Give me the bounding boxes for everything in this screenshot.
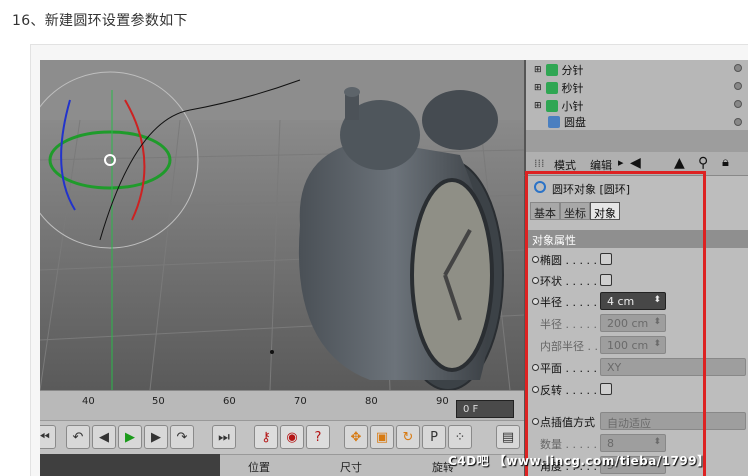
transport-bar: ⏮ ↶ ◀ ▶ ▶ ↷ ⏭ ⚷ ◉ ? ✥ ▣ ↻ P ⁘ ▤ (40, 420, 524, 454)
menu-arrow-icon[interactable]: ▸ (618, 156, 624, 169)
visibility-dot-icon[interactable] (734, 100, 742, 108)
help-key-icon[interactable]: ? (306, 425, 330, 449)
null-object-icon (545, 82, 558, 94)
rotate-icon[interactable]: ↻ (396, 425, 420, 449)
object-label: 分针 (561, 64, 584, 77)
page-heading: 16、新建圆环设置参数如下 (12, 13, 188, 29)
search-icon[interactable]: ⚲ (698, 155, 708, 171)
object-manager: ⊞ 分针 ⊞ 秒针 ⊞ 小针 圆盘 (524, 60, 748, 130)
param-icon[interactable]: P (422, 425, 446, 449)
timeline-tick: 40 (82, 396, 95, 407)
points-icon[interactable]: ⁘ (448, 425, 472, 449)
up-arrow-icon[interactable]: ▲ (674, 155, 685, 171)
loop-forward-icon[interactable]: ↷ (170, 425, 194, 449)
null-object-icon (545, 100, 558, 112)
highlight-box (525, 171, 706, 476)
c4d-window: 40 50 60 70 80 90 0 F ⏮ ↶ ◀ ▶ ▶ ↷ ⏭ ⚷ ◉ … (40, 60, 748, 476)
loop-back-icon[interactable]: ↶ (66, 425, 90, 449)
visibility-dot-icon[interactable] (734, 64, 742, 72)
step-back-icon[interactable]: ◀ (92, 425, 116, 449)
step-forward-icon[interactable]: ▶ (144, 425, 168, 449)
grip-icon: ⁞⁞⁞ (534, 157, 545, 170)
go-end-icon[interactable]: ⏭ (212, 425, 236, 449)
position-label: 位置 (248, 461, 270, 474)
timeline-tick: 70 (294, 396, 307, 407)
object-row[interactable]: ⊞ 小针 (534, 98, 584, 114)
timeline-tick: 80 (365, 396, 378, 407)
current-frame-field[interactable]: 0 F (456, 400, 514, 418)
watermark: C4D吧 【www.lincg.com/tieba/1799】 (448, 454, 710, 468)
lock-icon[interactable]: 🔒︎ (722, 155, 729, 170)
visibility-dot-icon[interactable] (734, 82, 742, 90)
timeline-ruler[interactable]: 40 50 60 70 80 90 (40, 390, 524, 420)
timeline-tick: 60 (223, 396, 236, 407)
timeline-tick: 90 (436, 396, 449, 407)
back-arrow-icon[interactable]: ◀ (630, 155, 641, 171)
play-icon[interactable]: ▶ (118, 425, 142, 449)
object-row[interactable]: ⊞ 秒针 (534, 80, 584, 96)
visibility-dot-icon[interactable] (734, 118, 742, 126)
scale-icon[interactable]: ▣ (370, 425, 394, 449)
record-key-icon[interactable]: ⚷ (254, 425, 278, 449)
manager-splitter[interactable] (524, 130, 748, 152)
object-row[interactable]: 圆盘 (534, 116, 586, 128)
viewport-scene (40, 60, 524, 390)
object-row[interactable]: ⊞ 分针 (534, 62, 584, 78)
object-label: 秒针 (561, 82, 584, 95)
film-icon[interactable]: ▤ (496, 425, 520, 449)
move-icon[interactable]: ✥ (344, 425, 368, 449)
size-label: 尺寸 (340, 461, 362, 474)
null-object-icon (545, 64, 558, 76)
auto-key-icon[interactable]: ◉ (280, 425, 304, 449)
viewport[interactable] (40, 60, 524, 390)
object-label: 圆盘 (564, 116, 586, 128)
object-label: 小针 (561, 100, 584, 113)
timeline-tick: 50 (152, 396, 165, 407)
go-start-icon[interactable]: ⏮ (40, 425, 56, 449)
disc-object-icon (548, 116, 560, 128)
